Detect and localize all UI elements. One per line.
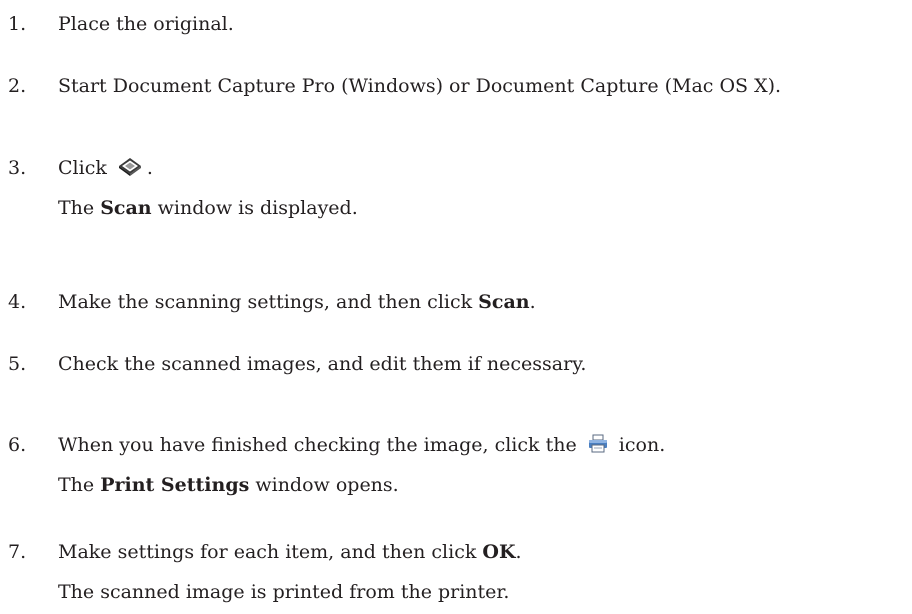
note-suffix: window is displayed. (157, 197, 358, 219)
step-number: 7. (8, 541, 27, 563)
step-number: 3. (8, 157, 27, 179)
note-bold: Scan (100, 197, 152, 219)
step-bold: Scan (478, 291, 530, 313)
step-text-before: Make the scanning settings, and then cli… (58, 291, 473, 313)
step-text: Click . (58, 154, 153, 185)
step-text-before: Make settings for each item, and then cl… (58, 541, 477, 563)
step-text-before: When you have finished checking the imag… (58, 434, 577, 456)
step-text-before: Click (58, 157, 107, 179)
step-text: When you have finished checking the imag… (58, 431, 665, 462)
step-note: The scanned image is printed from the pr… (58, 581, 510, 603)
step-text-after: . (515, 541, 522, 563)
note-suffix: window opens. (255, 474, 399, 496)
step-4: 4. Make the scanning settings, and then … (0, 288, 912, 316)
instruction-document: 1. Place the original. 2. Start Document… (0, 0, 912, 614)
step-text: Check the scanned images, and edit them … (58, 353, 587, 375)
step-number: 4. (8, 291, 27, 313)
step-bold: OK (482, 541, 516, 563)
scanner-icon (117, 155, 143, 185)
step-number: 2. (8, 75, 27, 97)
step-number: 1. (8, 13, 27, 35)
step-number: 5. (8, 353, 27, 375)
printer-icon (587, 434, 609, 462)
note-bold: Print Settings (100, 474, 250, 496)
step-text: Start Document Capture Pro (Windows) or … (58, 75, 782, 97)
step-5: 5. Check the scanned images, and edit th… (0, 350, 912, 378)
note-prefix: The (58, 197, 95, 219)
step-7: 7. Make settings for each item, and then… (0, 538, 912, 606)
note-prefix: The (58, 474, 95, 496)
step-text: Make settings for each item, and then cl… (58, 538, 522, 566)
step-text-after: icon. (618, 434, 666, 456)
step-text: Place the original. (58, 13, 234, 35)
step-text: Make the scanning settings, and then cli… (58, 288, 536, 316)
step-6: 6. When you have finished checking the i… (0, 431, 912, 499)
step-note: The Scan window is displayed. (58, 194, 358, 222)
step-3: 3. Click . The Scan window is displayed. (0, 154, 912, 222)
step-number: 6. (8, 434, 27, 456)
step-text-after: . (529, 291, 536, 313)
step-text-after: . (146, 157, 153, 179)
step-1: 1. Place the original. (0, 10, 912, 38)
step-2: 2. Start Document Capture Pro (Windows) … (0, 72, 912, 100)
step-note: The Print Settings window opens. (58, 471, 399, 499)
